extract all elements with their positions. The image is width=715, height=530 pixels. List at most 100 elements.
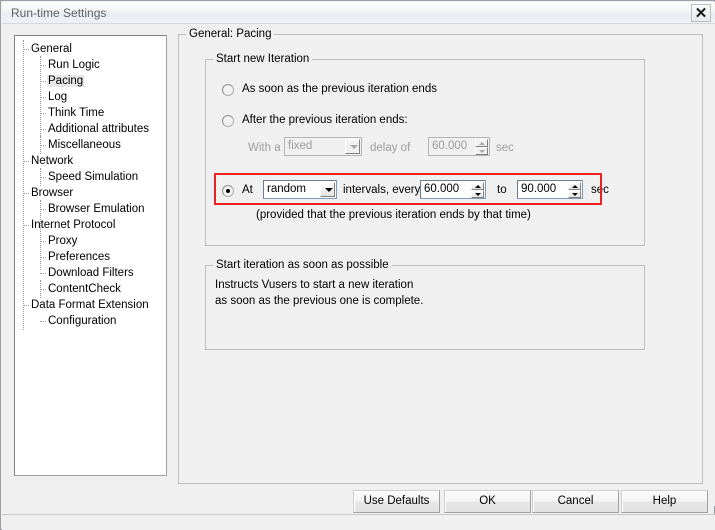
interval-from-spin-up[interactable] bbox=[471, 182, 484, 190]
arrow-up-icon bbox=[571, 185, 578, 188]
delay-type-dropdown-button[interactable] bbox=[345, 139, 360, 154]
tree-item-label: Run Logic bbox=[48, 59, 100, 71]
interval-type-dropdown-button[interactable] bbox=[320, 182, 335, 197]
general-pacing-group: General: Pacing Start new Iteration As s… bbox=[178, 28, 703, 484]
tree-item-label: Configuration bbox=[48, 315, 117, 327]
tree-item-proxy[interactable]: Proxy bbox=[47, 233, 78, 249]
tree-connector bbox=[40, 113, 46, 114]
tree-connector bbox=[40, 97, 46, 98]
tree-item-general[interactable]: General bbox=[30, 41, 73, 57]
radio-after-previous-ends[interactable] bbox=[222, 115, 234, 127]
label-to: to bbox=[497, 184, 507, 196]
label-interval-note: (provided that the previous iteration en… bbox=[256, 209, 531, 221]
tree-connector bbox=[23, 193, 29, 194]
tree-connector bbox=[40, 65, 46, 66]
tree-item-label: Browser Emulation bbox=[48, 203, 145, 215]
tree-connector bbox=[23, 305, 29, 306]
label-as-soon-as-previous-ends[interactable]: As soon as the previous iteration ends bbox=[242, 82, 437, 96]
tree-item-label: Download Filters bbox=[48, 267, 134, 279]
tree-item-internet-protocol[interactable]: Internet Protocol bbox=[30, 217, 116, 233]
radio-as-soon-as-previous-ends[interactable] bbox=[222, 84, 234, 96]
delay-value-spin-down[interactable] bbox=[475, 147, 488, 155]
tree-item-label: Proxy bbox=[48, 235, 78, 247]
tree-item-data-format-extension[interactable]: Data Format Extension bbox=[30, 297, 150, 313]
window-title: Run-time Settings bbox=[11, 6, 107, 20]
tree-item-label: Browser bbox=[31, 187, 74, 199]
tree-item-label: Log bbox=[48, 91, 68, 103]
delay-type-dropdown[interactable]: fixed bbox=[284, 137, 362, 156]
description-group: Start iteration as soon as possible Inst… bbox=[205, 259, 645, 350]
settings-tree[interactable]: General Run Logic Pacing Log Think Time Addit… bbox=[14, 35, 167, 476]
delay-value-spin-buttons[interactable] bbox=[475, 139, 488, 155]
general-pacing-title: General: Pacing bbox=[186, 28, 275, 40]
tree-item-think-time[interactable]: Think Time bbox=[47, 105, 105, 121]
interval-to-spin-buttons[interactable] bbox=[568, 182, 581, 198]
label-intervals-every: intervals, every bbox=[343, 184, 421, 196]
use-defaults-button[interactable]: Use Defaults bbox=[353, 490, 440, 513]
tree-item-run-logic[interactable]: Run Logic bbox=[47, 57, 101, 73]
tree-item-label: Network bbox=[31, 155, 74, 167]
interval-from-spin-buttons[interactable] bbox=[471, 182, 484, 198]
tree-connector bbox=[40, 289, 46, 290]
tree-item-label: Miscellaneous bbox=[48, 139, 121, 151]
tree-item-configuration[interactable]: Configuration bbox=[47, 313, 117, 329]
tree-item-browser[interactable]: Browser bbox=[30, 185, 74, 201]
tree-connector bbox=[40, 145, 46, 146]
tree-item-contentcheck[interactable]: ContentCheck bbox=[47, 281, 122, 297]
tree-connector bbox=[40, 81, 46, 82]
tree-item-label: Think Time bbox=[48, 107, 105, 119]
tree-connector bbox=[40, 177, 46, 178]
tree-trunk-line bbox=[23, 40, 24, 330]
arrow-down-icon bbox=[571, 193, 578, 196]
arrow-up-icon bbox=[478, 142, 485, 145]
tree-connector bbox=[23, 161, 29, 162]
arrow-down-icon bbox=[474, 193, 481, 196]
tree-item-label: Pacing bbox=[47, 75, 85, 87]
tree-item-label: Preferences bbox=[48, 251, 111, 263]
chevron-down-icon bbox=[324, 187, 333, 192]
interval-from-spin-down[interactable] bbox=[471, 190, 484, 198]
help-button[interactable]: Help bbox=[621, 490, 708, 513]
interval-type-dropdown[interactable]: random bbox=[263, 180, 337, 199]
tree-item-download-filters[interactable]: Download Filters bbox=[47, 265, 135, 281]
tree-connector bbox=[23, 49, 29, 50]
interval-to-spin-up[interactable] bbox=[568, 182, 581, 190]
arrow-down-icon bbox=[478, 150, 485, 153]
close-button[interactable]: ✕ bbox=[691, 4, 711, 22]
tree-item-label: General bbox=[31, 43, 72, 55]
tree-connector bbox=[40, 129, 46, 130]
label-interval-unit: sec bbox=[591, 184, 609, 196]
tree-item-browser-emulation[interactable]: Browser Emulation bbox=[47, 201, 146, 217]
start-new-iteration-title: Start new Iteration bbox=[213, 53, 313, 65]
delay-value-spin-up[interactable] bbox=[475, 139, 488, 147]
tree-branch-protocol bbox=[40, 200, 41, 270]
label-after-previous-ends[interactable]: After the previous iteration ends: bbox=[242, 113, 408, 127]
ok-button[interactable]: OK bbox=[444, 490, 531, 513]
start-new-iteration-group: Start new Iteration As soon as the previ… bbox=[205, 53, 645, 246]
radio-at-intervals[interactable] bbox=[222, 185, 234, 197]
tree-item-pacing[interactable]: Pacing bbox=[47, 73, 85, 89]
tree-connector bbox=[40, 209, 46, 210]
interval-from-stepper[interactable]: 60.000 bbox=[420, 180, 486, 199]
label-delay-of: delay of bbox=[370, 142, 411, 154]
tree-item-miscellaneous[interactable]: Miscellaneous bbox=[47, 137, 122, 153]
tree-connector bbox=[40, 241, 46, 242]
tree-item-network[interactable]: Network bbox=[30, 153, 74, 169]
interval-to-value: 90.000 bbox=[521, 183, 557, 195]
label-at: At bbox=[242, 184, 253, 196]
tree-item-additional-attributes[interactable]: Additional attributes bbox=[47, 121, 150, 137]
chevron-down-icon bbox=[349, 144, 358, 149]
tree-item-log[interactable]: Log bbox=[47, 89, 68, 105]
tree-item-preferences[interactable]: Preferences bbox=[47, 249, 111, 265]
description-line-1: Instructs Vusers to start a new iteratio… bbox=[215, 279, 414, 291]
tree-item-speed-simulation[interactable]: Speed Simulation bbox=[47, 169, 139, 185]
delay-value-stepper[interactable]: 60.000 bbox=[428, 137, 490, 156]
close-icon: ✕ bbox=[694, 5, 708, 22]
description-line-2: as soon as the previous one is complete. bbox=[215, 295, 424, 307]
label-delay-unit: sec bbox=[496, 142, 514, 154]
interval-to-spin-down[interactable] bbox=[568, 190, 581, 198]
cancel-button[interactable]: Cancel bbox=[532, 490, 619, 513]
tree-item-label: Data Format Extension bbox=[31, 299, 149, 311]
interval-to-stepper[interactable]: 90.000 bbox=[517, 180, 583, 199]
tree-item-label: Internet Protocol bbox=[31, 219, 116, 231]
